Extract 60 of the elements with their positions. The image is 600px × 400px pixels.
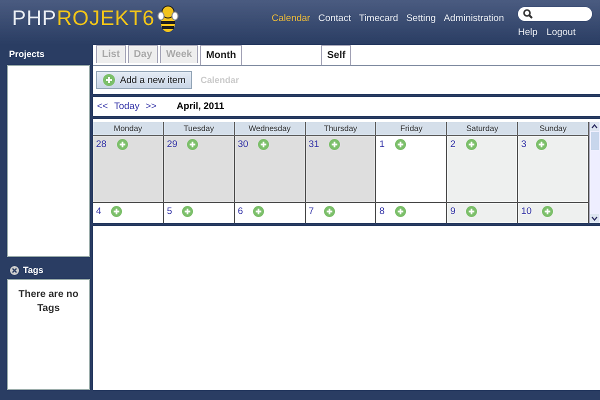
day-cell[interactable]: 2 xyxy=(447,136,518,203)
add-event-icon[interactable] xyxy=(329,139,340,150)
tags-title: Tags xyxy=(23,265,44,275)
add-event-icon[interactable] xyxy=(394,139,406,150)
scroll-down-icon[interactable] xyxy=(590,214,599,223)
plus-icon xyxy=(103,74,115,86)
search-field[interactable] xyxy=(518,7,592,21)
add-event-icon[interactable] xyxy=(182,206,194,217)
day-cell[interactable]: 9 xyxy=(447,203,518,223)
day-cell[interactable]: 3 xyxy=(518,136,589,203)
add-event-icon[interactable] xyxy=(542,206,553,217)
add-event-icon[interactable] xyxy=(253,206,264,217)
add-event-icon[interactable] xyxy=(466,139,477,150)
header-link[interactable]: Logout xyxy=(546,27,576,38)
projects-title: Projects xyxy=(8,48,46,61)
day-cell[interactable]: 29 xyxy=(164,136,235,203)
add-event-icon[interactable] xyxy=(258,139,270,150)
today-link[interactable]: Today xyxy=(114,101,140,112)
user-tab[interactable]: Self xyxy=(321,45,352,65)
previous-link[interactable]: << xyxy=(97,101,108,112)
next-link[interactable]: >> xyxy=(145,101,157,112)
add-event-icon[interactable] xyxy=(466,206,477,217)
weekday-header: Wednesday xyxy=(234,122,306,136)
search-icon xyxy=(523,9,533,19)
month-title: April, 2011 xyxy=(176,101,224,112)
scrollbar[interactable] xyxy=(589,122,600,223)
day-cell[interactable]: 1 xyxy=(376,136,448,203)
day-cell[interactable]: 6 xyxy=(234,203,306,223)
day-cell[interactable]: 10 xyxy=(518,203,589,223)
weekday-header: Sunday xyxy=(518,122,589,136)
nav-link[interactable]: Setting xyxy=(406,13,436,24)
add-event-icon[interactable] xyxy=(394,206,406,217)
weekday-header: Friday xyxy=(376,122,448,136)
collapse-icon[interactable] xyxy=(10,266,19,274)
nav-link[interactable]: Administration xyxy=(444,13,504,24)
nav-link[interactable]: Contact xyxy=(318,13,351,24)
add-item-button[interactable]: Add a new item xyxy=(96,71,192,89)
add-event-icon[interactable] xyxy=(536,139,548,150)
header-link[interactable]: Help xyxy=(518,27,538,38)
view-tab[interactable]: Month xyxy=(200,45,242,65)
nav-link[interactable]: Timecard xyxy=(358,13,398,24)
day-cell[interactable]: 31 xyxy=(306,136,376,203)
day-cell[interactable]: 28 xyxy=(93,136,164,203)
nav-link[interactable]: Calendar xyxy=(272,13,310,24)
bee-icon xyxy=(156,4,179,34)
weekday-header: Monday xyxy=(93,122,164,136)
empty-message: There are no Tags xyxy=(17,288,80,316)
weekday-header: Saturday xyxy=(447,122,518,136)
day-cell[interactable]: 4 xyxy=(93,203,164,223)
add-event-icon[interactable] xyxy=(187,139,198,150)
add-event-icon[interactable] xyxy=(324,206,335,217)
add-event-icon[interactable] xyxy=(116,139,128,150)
add-event-icon[interactable] xyxy=(111,206,122,217)
day-cell[interactable]: 7 xyxy=(306,203,376,223)
day-cell[interactable]: 30 xyxy=(234,136,306,203)
weekday-header: Thursday xyxy=(306,122,376,136)
scroll-up-icon[interactable] xyxy=(590,122,599,131)
weekday-header: Tuesday xyxy=(164,122,235,136)
logo-text: PHPROJEKT6 xyxy=(12,7,155,31)
scroll-thumb[interactable] xyxy=(591,132,599,150)
